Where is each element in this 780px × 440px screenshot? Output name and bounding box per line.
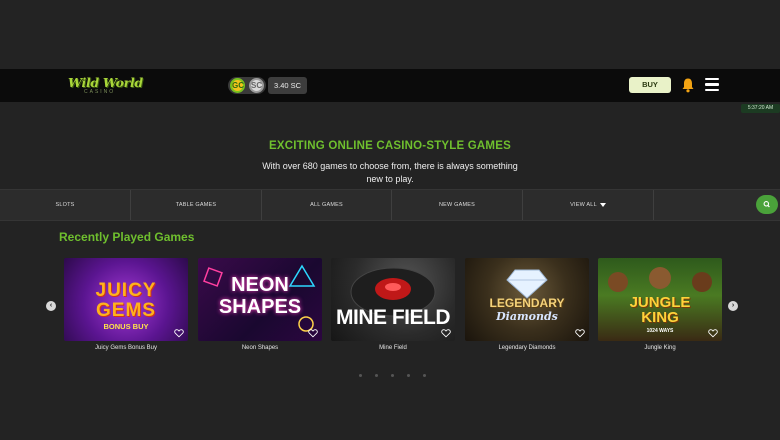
sweep-coin-icon[interactable]: SC (249, 78, 264, 93)
category-label: TABLE GAMES (175, 202, 217, 208)
gold-coin-icon[interactable]: GC (230, 78, 245, 93)
hamburger-menu-icon[interactable] (705, 78, 720, 92)
search-button[interactable] (756, 195, 778, 214)
game-art-title: JUICY (95, 280, 157, 301)
category-label: SLOTS (55, 202, 75, 208)
carousel-pagination[interactable] (359, 364, 439, 382)
heart-icon[interactable] (441, 328, 451, 338)
coin-type-toggle[interactable]: GC SC (228, 77, 266, 94)
logo-subtext: CASINO (84, 89, 116, 95)
coin-balance: 3.40 SC (268, 77, 308, 94)
game-art-title: KING (641, 309, 679, 326)
game-art-subtitle: Diamonds (496, 310, 558, 323)
game-card-mine-field[interactable]: MINE FIELD (331, 258, 455, 341)
pagination-dot[interactable] (359, 374, 362, 377)
hero-subtitle: With over 680 games to choose from, ther… (262, 161, 518, 184)
category-slots[interactable]: SLOTS (0, 190, 131, 220)
game-art-title: LEGENDARY (489, 296, 565, 310)
game-art-title: MINE FIELD (336, 306, 451, 329)
top-navigation-bar: Wild World CASINO GC SC 3.40 SC BUY (0, 69, 780, 102)
heart-icon[interactable] (708, 328, 718, 338)
chevron-left-icon[interactable]: ‹ (46, 301, 56, 311)
category-view-all[interactable]: VIEW ALL (523, 190, 654, 220)
category-table-games[interactable]: TABLE GAMES (131, 190, 262, 220)
heart-icon[interactable] (174, 328, 184, 338)
logo-text: Wild World (68, 75, 143, 90)
game-name[interactable]: Juicy Gems Bonus Buy (64, 345, 188, 351)
game-card-juicy-gems[interactable]: JUICY GEMS BONUS BUY (64, 258, 188, 341)
buy-button[interactable]: BUY (629, 77, 671, 93)
game-card-legendary-diamonds[interactable]: LEGENDARY Diamonds (465, 258, 589, 341)
pagination-dot[interactable] (391, 374, 394, 377)
game-name[interactable]: Neon Shapes (198, 345, 322, 351)
game-art-title: NEON (231, 274, 289, 296)
search-icon (763, 201, 770, 208)
game-art-subtitle: 1024 WAYS (646, 328, 674, 334)
game-name[interactable]: Jungle King (598, 345, 722, 351)
game-name[interactable]: Mine Field (331, 345, 455, 351)
game-art-title: GEMS (96, 300, 156, 321)
bell-icon[interactable] (681, 77, 695, 93)
recently-played-title: Recently Played Games (59, 230, 195, 244)
game-art-title: SHAPES (218, 296, 302, 318)
category-label: VIEW ALL (570, 202, 597, 208)
game-art-subtitle: BONUS BUY (103, 322, 149, 331)
site-logo[interactable]: Wild World CASINO (66, 75, 148, 97)
time-badge: 5:37:20 AM (741, 104, 780, 113)
heart-icon[interactable] (308, 328, 318, 338)
category-bar: SLOTS TABLE GAMES ALL GAMES NEW GAMES VI… (0, 189, 780, 221)
game-name[interactable]: Legendary Diamonds (465, 345, 589, 351)
hero-title: EXCITING ONLINE CASINO-STYLE GAMES (269, 140, 511, 152)
game-card-neon-shapes[interactable]: NEON SHAPES (198, 258, 322, 341)
category-new-games[interactable]: NEW GAMES (392, 190, 523, 220)
category-label: ALL GAMES (310, 202, 343, 208)
heart-icon[interactable] (575, 328, 585, 338)
pagination-dot[interactable] (375, 374, 378, 377)
pagination-dot[interactable] (423, 374, 426, 377)
category-all-games[interactable]: ALL GAMES (262, 190, 392, 220)
chevron-right-icon[interactable]: › (728, 301, 738, 311)
pagination-dot[interactable] (407, 374, 410, 377)
category-label: NEW GAMES (438, 202, 476, 208)
game-card-jungle-king[interactable]: JUNGLE KING 1024 WAYS (598, 258, 722, 341)
caret-down-icon (599, 202, 606, 207)
